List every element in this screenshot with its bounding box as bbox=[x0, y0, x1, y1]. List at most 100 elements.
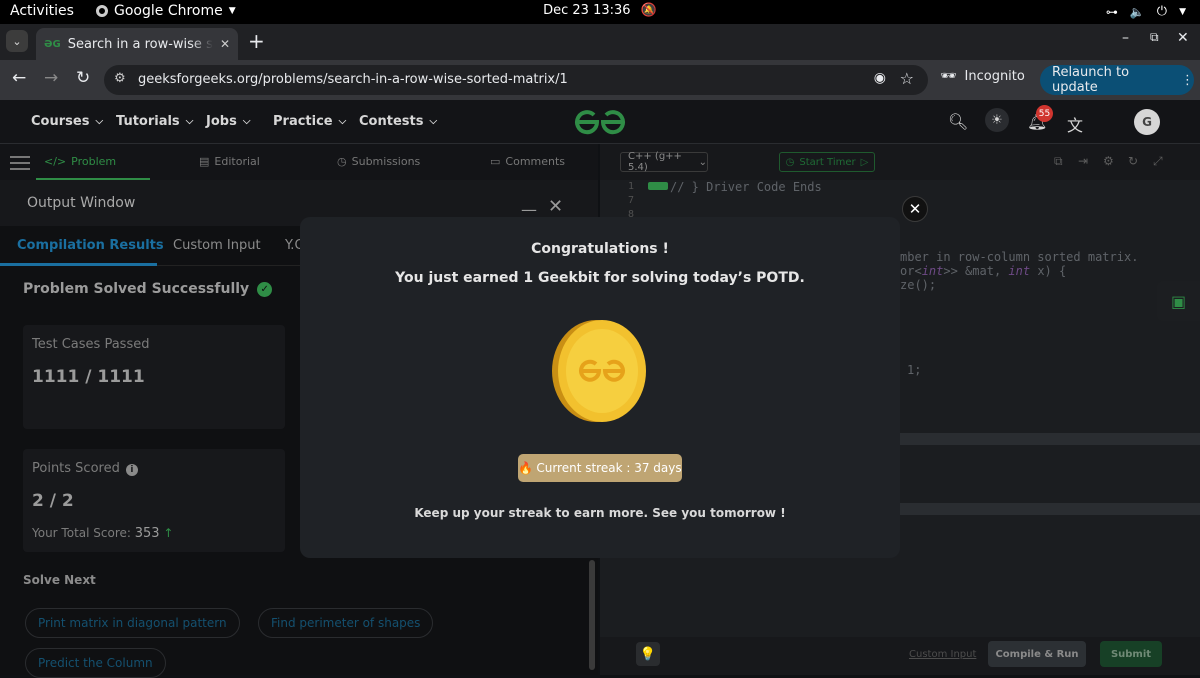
site-header: Courses ⌵ Tutorials ⌵ Jobs ⌵ Practice ⌵ Cont… bbox=[0, 100, 1200, 144]
address-bar[interactable]: ⚙ geeksforgeeks.org/problems/search-in-a… bbox=[104, 65, 928, 95]
avatar[interactable]: G bbox=[1134, 109, 1160, 135]
hamburger-menu-icon[interactable] bbox=[10, 152, 30, 174]
scrollbar[interactable] bbox=[589, 560, 595, 670]
line-number: 1 bbox=[627, 181, 634, 192]
tab-editorial[interactable]: ▤ Editorial bbox=[199, 155, 260, 168]
fire-icon: 🔥 bbox=[518, 461, 534, 475]
browser-tab[interactable]: ƏG Search in a row-wise sorted matrix ✕ bbox=[36, 28, 238, 60]
nav-practice[interactable]: Practice ⌵ bbox=[273, 114, 346, 129]
tab-custom-input[interactable]: Custom Input bbox=[173, 238, 261, 253]
minimize-icon[interactable]: – bbox=[1122, 30, 1129, 46]
line-number: 7 bbox=[627, 195, 634, 206]
code-line: 1; bbox=[907, 363, 922, 377]
solve-next-chip[interactable]: Find perimeter of shapes bbox=[258, 608, 434, 638]
submit-button[interactable]: Submit bbox=[1100, 641, 1162, 667]
chevron-down-icon: ⌵ bbox=[185, 116, 194, 127]
gfg-logo[interactable] bbox=[572, 107, 628, 137]
settings-icon[interactable]: ⚙ bbox=[1103, 154, 1114, 168]
solve-next-chip[interactable]: Predict the Column bbox=[25, 648, 166, 678]
comment-icon: ▭ bbox=[490, 155, 501, 168]
export-icon[interactable]: ⇥ bbox=[1078, 154, 1088, 168]
nav-contests[interactable]: Contests ⌵ bbox=[359, 114, 437, 129]
tab-label: Editorial bbox=[214, 155, 260, 168]
incognito-icon: 🕶 bbox=[940, 69, 957, 84]
reload-icon[interactable]: ↻ bbox=[76, 68, 90, 88]
back-icon[interactable]: ← bbox=[12, 68, 26, 88]
language-label: C++ (g++ 5.4) bbox=[628, 151, 682, 173]
hint-bulb-icon[interactable]: 💡 bbox=[636, 642, 660, 666]
code-token: x) { bbox=[1030, 264, 1067, 278]
fullscreen-icon[interactable]: ⤢ bbox=[1153, 154, 1163, 169]
nav-label: Tutorials bbox=[116, 114, 180, 129]
nav-courses[interactable]: Courses ⌵ bbox=[31, 114, 103, 129]
tab-problem[interactable]: </> Problem bbox=[44, 155, 116, 168]
code-line: or<int>> &mat, int x) { bbox=[900, 264, 1066, 278]
power-icon: ⏻ bbox=[1156, 4, 1168, 19]
code-token: >> &mat, bbox=[943, 264, 1009, 278]
incognito-indicator[interactable]: 🕶 Incognito bbox=[940, 69, 1025, 84]
chat-icon[interactable]: ▣ bbox=[1157, 281, 1200, 321]
nav-jobs[interactable]: Jobs ⌵ bbox=[206, 114, 250, 129]
modal-close-icon[interactable]: ✕ bbox=[902, 196, 928, 222]
tab-label: Submissions bbox=[351, 155, 421, 168]
restore-icon[interactable]: ⧉ bbox=[1150, 30, 1159, 45]
start-timer-button[interactable]: ◷ Start Timer ▷ bbox=[779, 152, 875, 172]
tab-close-icon[interactable]: ✕ bbox=[220, 37, 230, 51]
points-label: Points Scored bbox=[32, 461, 120, 476]
clock[interactable]: Dec 23 13:36 🔕 bbox=[0, 3, 1200, 18]
theme-toggle-icon[interactable]: ☀ bbox=[985, 108, 1009, 132]
problem-tabs: </> Problem ▤ Editorial ◷ Submissions ▭ Comm… bbox=[0, 144, 598, 180]
modal-footer: Keep up your streak to earn more. See yo… bbox=[414, 506, 786, 520]
forward-icon[interactable]: → bbox=[44, 68, 58, 88]
fold-marker[interactable] bbox=[648, 182, 668, 190]
code-keyword: int bbox=[1008, 264, 1031, 278]
modal-title: Congratulations ! bbox=[531, 241, 669, 257]
chevron-down-icon: ⌵ bbox=[429, 116, 438, 127]
info-icon[interactable]: i bbox=[125, 464, 138, 476]
relaunch-button[interactable]: Relaunch to update ⋮ bbox=[1040, 65, 1194, 95]
tab-compilation-results[interactable]: Compilation Results bbox=[17, 238, 164, 253]
code-line: // } Driver Code Ends bbox=[670, 180, 822, 194]
bookmark-star-icon[interactable]: ☆ bbox=[900, 69, 914, 88]
tab-search-button[interactable]: ⌄ bbox=[6, 30, 28, 52]
tab-comments[interactable]: ▭ Comments bbox=[490, 155, 565, 168]
system-tray[interactable]: ⊶ 🔈 ⏻ ▼ bbox=[1106, 4, 1186, 19]
code-keyword: int bbox=[921, 264, 944, 278]
new-tab-button[interactable]: + bbox=[248, 30, 265, 52]
custom-input-link[interactable]: Custom Input bbox=[909, 649, 976, 660]
chevron-down-icon: ⌄ bbox=[12, 34, 22, 48]
copy-icon[interactable]: ⧉ bbox=[1054, 154, 1063, 169]
status-text: Problem Solved Successfully bbox=[23, 281, 250, 297]
code-line: mber in row-column sorted matrix. bbox=[900, 250, 1139, 264]
site-settings-icon[interactable]: ⚙ bbox=[114, 71, 126, 86]
code-line: ze(); bbox=[900, 278, 937, 292]
nav-label: Practice bbox=[273, 114, 333, 129]
network-icon: ⊶ bbox=[1105, 4, 1118, 19]
window-close-icon[interactable]: ✕ bbox=[1177, 30, 1189, 46]
points-value: 2 / 2 bbox=[32, 491, 74, 511]
compile-run-button[interactable]: Compile & Run bbox=[988, 641, 1086, 667]
document-icon: ▤ bbox=[199, 155, 210, 168]
tab-submissions[interactable]: ◷ Submissions bbox=[337, 155, 420, 168]
more-menu-icon[interactable]: ⋮ bbox=[1181, 73, 1194, 88]
test-cases-label: Test Cases Passed bbox=[32, 337, 150, 352]
check-circle-icon: ✓ bbox=[257, 281, 273, 297]
code-token: or< bbox=[900, 264, 922, 278]
language-select[interactable]: C++ (g++ 5.4) ⌄ bbox=[620, 151, 708, 173]
editor-toolbar: C++ (g++ 5.4) ⌄ ◷ Start Timer ▷ ⧉ ⇥ ⚙ ↻ ⤢ bbox=[600, 144, 1200, 180]
test-cases-card: Test Cases Passed 1111 / 1111 bbox=[23, 325, 285, 429]
geekbit-coin-icon bbox=[552, 320, 646, 422]
incognito-label: Incognito bbox=[964, 69, 1025, 84]
tracking-protection-icon[interactable]: ◉ bbox=[874, 70, 886, 86]
chevron-down-icon: ⌵ bbox=[95, 116, 104, 127]
chevron-down-icon: ⌵ bbox=[242, 116, 251, 127]
nav-label: Courses bbox=[31, 114, 90, 129]
nav-tutorials[interactable]: Tutorials ⌵ bbox=[116, 114, 193, 129]
search-icon[interactable]: 🔍︎ bbox=[948, 112, 968, 131]
solve-next-chip[interactable]: Print matrix in diagonal pattern bbox=[25, 608, 240, 638]
translate-icon[interactable]: 文 bbox=[1067, 112, 1083, 136]
nav-label: Contests bbox=[359, 114, 424, 129]
total-score-value: 353 bbox=[134, 526, 160, 541]
close-icon[interactable]: ✕ bbox=[548, 196, 563, 217]
reset-icon[interactable]: ↻ bbox=[1128, 154, 1138, 168]
